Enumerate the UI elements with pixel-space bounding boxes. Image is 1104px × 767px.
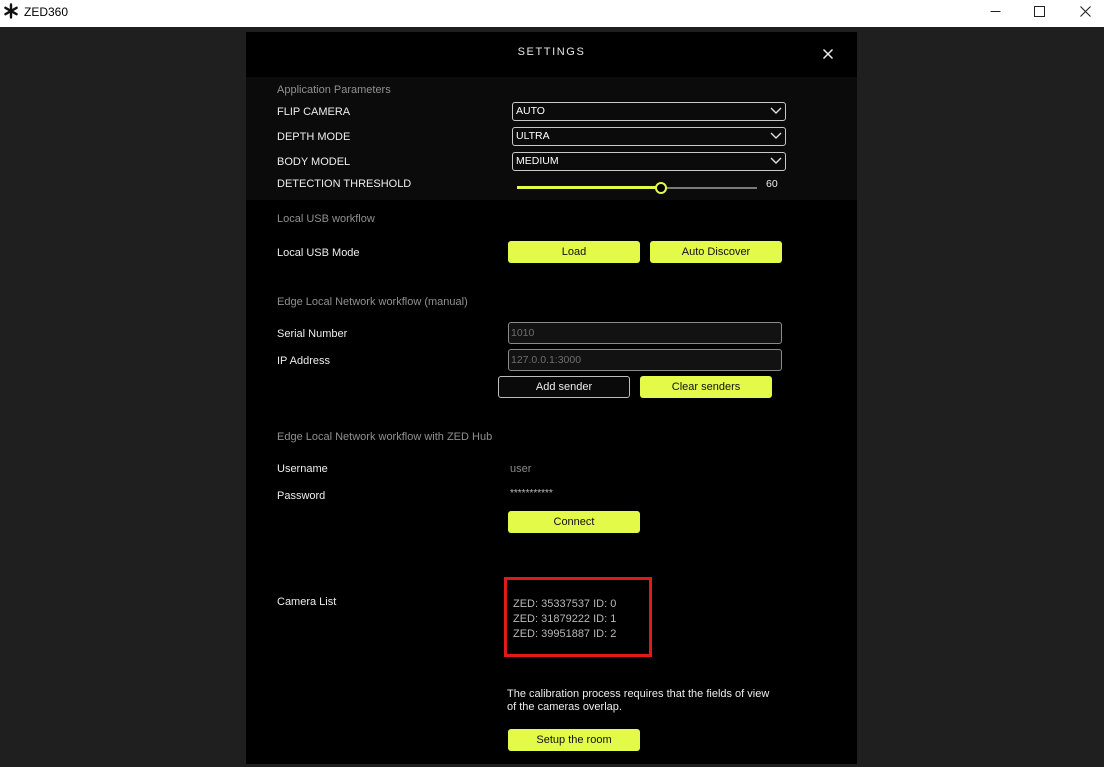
username-label: Username [277,463,328,475]
detection-threshold-slider[interactable] [517,182,757,194]
settings-panel: SETTINGS Application Parameters FLIP CAM… [246,32,857,764]
clear-senders-button[interactable]: Clear senders [640,376,772,398]
flip-camera-label: FLIP CAMERA [277,106,351,118]
camera-list-item[interactable]: ZED: 31879222 ID: 1 [513,613,616,625]
connect-button[interactable]: Connect [508,511,640,533]
chevron-down-icon [770,132,782,139]
camera-list-item[interactable]: ZED: 39951887 ID: 2 [513,628,616,640]
load-button[interactable]: Load [508,241,640,263]
slider-handle[interactable] [655,182,667,194]
app-logo-icon [4,3,18,19]
detection-threshold-value: 60 [766,178,778,190]
camera-list-label: Camera List [277,596,337,608]
chevron-down-icon [770,107,782,114]
serial-number-label: Serial Number [277,328,348,340]
slider-fill [517,186,661,189]
body-model-select[interactable]: MEDIUM [512,152,786,171]
password-field[interactable]: *********** [510,488,553,499]
body-model-label: BODY MODEL [277,156,351,168]
depth-mode-label: DEPTH MODE [277,131,351,143]
section-heading-edge-hub: Edge Local Network workflow with ZED Hub [277,431,493,443]
settings-close-icon[interactable] [820,46,836,62]
flip-camera-value: AUTO [516,105,545,117]
setup-room-button[interactable]: Setup the room [508,729,640,751]
usb-mode-label: Local USB Mode [277,247,360,259]
camera-list-highlight: ZED: 35337537 ID: 0 ZED: 31879222 ID: 1 … [504,577,652,657]
window-title: ZED360 [24,5,69,19]
chevron-down-icon [770,157,782,164]
maximize-button[interactable] [1016,0,1062,23]
ip-address-input[interactable]: 127.0.0.1:3000 [508,349,782,371]
ip-address-label: IP Address [277,355,330,367]
calibration-note-line-1: The calibration process requires that th… [507,688,770,700]
serial-number-input[interactable]: 1010 [508,322,782,344]
maximize-icon [1033,6,1045,17]
section-heading-usb: Local USB workflow [277,213,375,225]
minimize-icon [990,11,1000,12]
password-label: Password [277,490,326,502]
camera-list-item[interactable]: ZED: 35337537 ID: 0 [513,598,616,610]
close-icon [1079,6,1091,17]
settings-title: SETTINGS [517,46,586,58]
minimize-button[interactable] [972,0,1018,23]
body-model-value: MEDIUM [516,155,559,167]
window-titlebar: ZED360 [0,0,1104,27]
depth-mode-select[interactable]: ULTRA [512,127,786,146]
auto-discover-button[interactable]: Auto Discover [650,241,782,263]
calibration-note-line-2: of the cameras overlap. [507,701,622,713]
section-heading-edge-manual: Edge Local Network workflow (manual) [277,296,468,308]
window-close-button[interactable] [1062,0,1104,23]
section-heading-app-params: Application Parameters [277,84,391,96]
depth-mode-value: ULTRA [516,130,550,142]
flip-camera-select[interactable]: AUTO [512,102,786,121]
detection-threshold-label: DETECTION THRESHOLD [277,178,412,190]
add-sender-button[interactable]: Add sender [498,376,630,398]
username-field[interactable]: user [510,463,531,475]
